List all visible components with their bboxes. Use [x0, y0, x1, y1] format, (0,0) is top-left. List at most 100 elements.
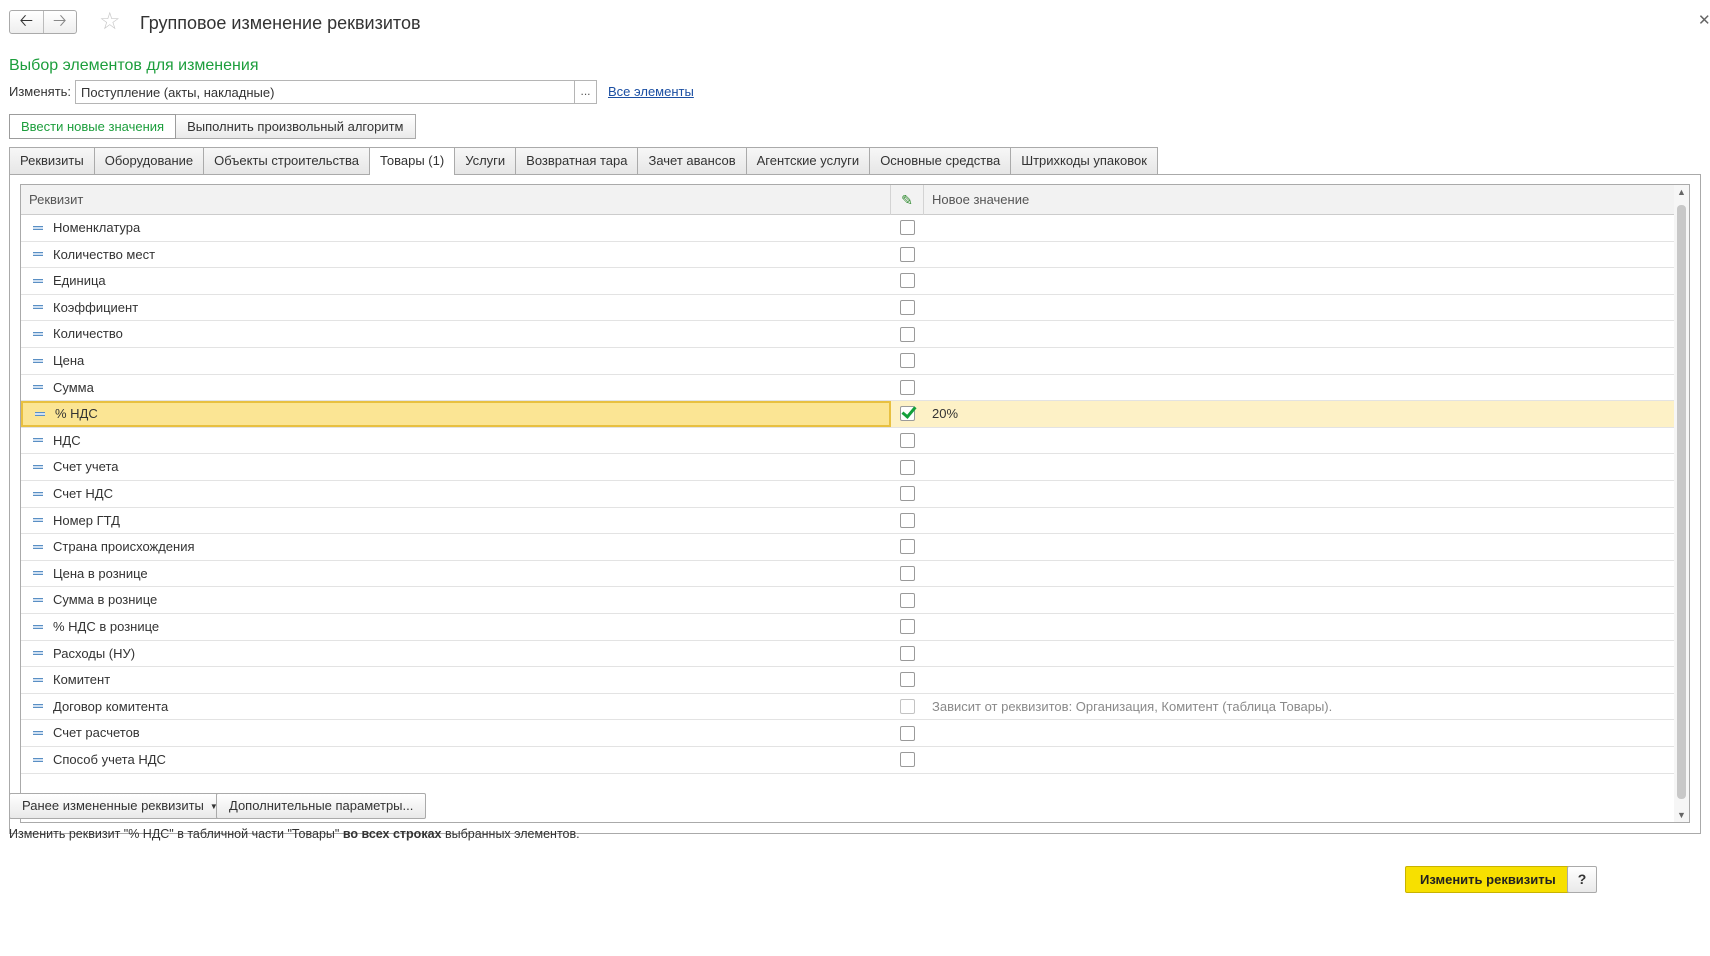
row-new-value[interactable] [924, 561, 1674, 587]
row-new-value[interactable] [924, 454, 1674, 480]
row-new-value[interactable] [924, 481, 1674, 507]
previously-changed-button[interactable]: Ранее измененные реквизиты ▼ [9, 793, 231, 819]
table-row[interactable]: Количество [21, 321, 1674, 348]
tab-osnovnye-sredstva[interactable]: Основные средства [870, 147, 1012, 174]
change-checkbox[interactable] [900, 220, 915, 236]
row-attribute-name[interactable]: Договор комитента [21, 694, 891, 720]
table-row[interactable]: Цена в рознице [21, 561, 1674, 588]
row-new-value[interactable] [924, 747, 1674, 773]
row-new-value[interactable] [924, 348, 1674, 374]
table-row[interactable]: % НДС в рознице [21, 614, 1674, 641]
row-attribute-name[interactable]: Комитент [21, 667, 891, 693]
row-attribute-name[interactable]: Номер ГТД [21, 508, 891, 534]
change-checkbox[interactable] [900, 406, 915, 422]
table-row[interactable]: Договор комитента Зависит от реквизитов: … [21, 694, 1674, 721]
table-row[interactable]: % НДС 20% [21, 401, 1674, 428]
change-checkbox[interactable] [900, 672, 915, 688]
vertical-scrollbar[interactable]: ▲ ▼ [1674, 185, 1689, 822]
row-attribute-name[interactable]: Сумма в рознице [21, 587, 891, 613]
row-new-value[interactable]: 20% [924, 401, 1674, 427]
mode-algorithm-button[interactable]: Выполнить произвольный алгоритм [176, 114, 416, 139]
table-row[interactable]: Счет учета [21, 454, 1674, 481]
row-new-value[interactable] [924, 720, 1674, 746]
row-attribute-name[interactable]: Счет учета [21, 454, 891, 480]
change-checkbox[interactable] [900, 539, 915, 555]
row-attribute-name[interactable]: Количество мест [21, 242, 891, 268]
table-row[interactable]: Сумма [21, 375, 1674, 402]
tab-vozvratnaya-tara[interactable]: Возвратная тара [516, 147, 639, 174]
all-elements-link[interactable]: Все элементы [608, 84, 694, 99]
change-checkbox[interactable] [900, 433, 915, 449]
row-new-value[interactable] [924, 375, 1674, 401]
change-checkbox[interactable] [900, 326, 915, 342]
tab-uslugi[interactable]: Услуги [455, 147, 517, 174]
row-attribute-name[interactable]: Единица [21, 268, 891, 294]
close-icon[interactable]: ✕ [1698, 11, 1710, 29]
back-button[interactable]: 🡠 [10, 11, 43, 33]
change-checkbox[interactable] [900, 699, 915, 715]
tab-agentskie-uslugi[interactable]: Агентские услуги [746, 147, 871, 174]
row-new-value[interactable] [924, 428, 1674, 454]
row-new-value[interactable] [924, 614, 1674, 640]
change-checkbox[interactable] [900, 353, 915, 369]
row-attribute-name[interactable]: Способ учета НДС [21, 747, 891, 773]
change-checkbox[interactable] [900, 725, 915, 741]
row-attribute-name[interactable]: Расходы (НУ) [21, 641, 891, 667]
row-attribute-name[interactable]: Сумма [21, 375, 891, 401]
tab-obekty-stroitelstva[interactable]: Объекты строительства [204, 147, 370, 174]
row-new-value[interactable] [924, 268, 1674, 294]
change-object-value[interactable]: Поступление (акты, накладные) [76, 81, 574, 103]
change-checkbox[interactable] [900, 273, 915, 289]
column-header-name[interactable]: Реквизит [21, 185, 891, 215]
apply-changes-button[interactable]: Изменить реквизиты [1405, 866, 1571, 893]
table-row[interactable]: Расходы (НУ) [21, 641, 1674, 668]
row-attribute-name[interactable]: Количество [21, 321, 891, 347]
table-row[interactable]: Сумма в рознице [21, 587, 1674, 614]
row-new-value[interactable] [924, 587, 1674, 613]
table-row[interactable]: Комитент [21, 667, 1674, 694]
tab-oborudovanie[interactable]: Оборудование [94, 147, 205, 174]
row-new-value[interactable] [924, 295, 1674, 321]
change-checkbox[interactable] [900, 459, 915, 475]
row-attribute-name[interactable]: Счет расчетов [21, 720, 891, 746]
change-checkbox[interactable] [900, 379, 915, 395]
tab-shtrihkody-upakovok[interactable]: Штрихкоды упаковок [1011, 147, 1158, 174]
row-attribute-name[interactable]: НДС [21, 428, 891, 454]
change-checkbox[interactable] [900, 246, 915, 262]
row-attribute-name[interactable]: Номенклатура [21, 215, 891, 241]
scroll-down-icon[interactable]: ▼ [1674, 808, 1689, 822]
row-attribute-name[interactable]: Коэффициент [21, 295, 891, 321]
change-checkbox[interactable] [900, 752, 915, 768]
table-row[interactable]: Количество мест [21, 242, 1674, 269]
tab-rekvizity[interactable]: Реквизиты [9, 147, 95, 174]
change-checkbox[interactable] [900, 300, 915, 316]
table-row[interactable]: Номенклатура [21, 215, 1674, 242]
table-row[interactable]: Способ учета НДС [21, 747, 1674, 774]
table-row[interactable]: Номер ГТД [21, 508, 1674, 535]
tab-tovary[interactable]: Товары (1) [369, 147, 456, 175]
star-icon[interactable]: ☆ [99, 9, 121, 35]
mode-new-values-button[interactable]: Ввести новые значения [9, 114, 177, 139]
table-row[interactable]: Коэффициент [21, 295, 1674, 322]
row-attribute-name[interactable]: Цена в рознице [21, 561, 891, 587]
column-header-check[interactable]: ✎ [891, 185, 924, 215]
table-row[interactable]: Цена [21, 348, 1674, 375]
row-attribute-name[interactable]: Страна происхождения [21, 534, 891, 560]
forward-button[interactable]: 🡢 [42, 11, 77, 33]
table-row[interactable]: НДС [21, 428, 1674, 455]
row-new-value[interactable] [924, 321, 1674, 347]
table-row[interactable]: Счет НДС [21, 481, 1674, 508]
change-checkbox[interactable] [900, 645, 915, 661]
help-button[interactable]: ? [1567, 866, 1597, 893]
row-new-value[interactable] [924, 242, 1674, 268]
change-checkbox[interactable] [900, 512, 915, 528]
row-new-value[interactable] [924, 667, 1674, 693]
change-checkbox[interactable] [900, 619, 915, 635]
table-row[interactable]: Счет расчетов [21, 720, 1674, 747]
change-checkbox[interactable] [900, 486, 915, 502]
row-new-value[interactable] [924, 641, 1674, 667]
column-header-value[interactable]: Новое значение [924, 185, 1674, 215]
scroll-up-icon[interactable]: ▲ [1674, 185, 1689, 199]
row-new-value[interactable] [924, 534, 1674, 560]
extra-params-button[interactable]: Дополнительные параметры... [216, 793, 427, 819]
